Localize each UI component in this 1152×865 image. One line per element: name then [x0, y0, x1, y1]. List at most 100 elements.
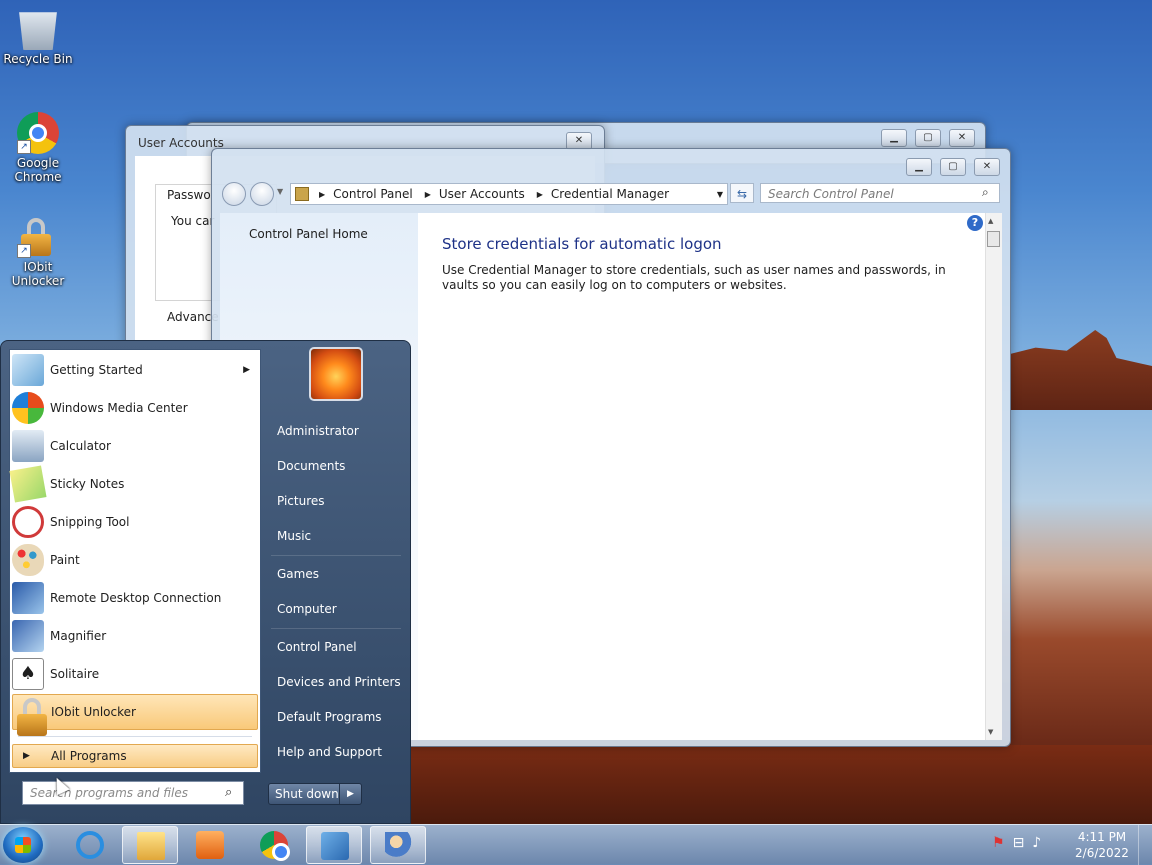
recent-pages-chevron-icon[interactable]: ▼ — [277, 187, 283, 196]
program-label: Remote Desktop Connection — [50, 591, 222, 605]
search-icon[interactable]: ⌕ — [982, 185, 989, 200]
program-label: IObit Unlocker — [51, 705, 136, 719]
clock-time: 4:11 PM — [1077, 830, 1127, 844]
vertical-scrollbar[interactable]: ▲ ▼ — [985, 213, 1002, 740]
navigation-bar: ▼ ▶ Control Panel ▶ User Accounts ▶ Cred… — [220, 181, 1002, 209]
desktop-icon-recycle-bin[interactable]: Recycle Bin — [1, 8, 75, 66]
maximize-button[interactable]: ▢ — [940, 158, 966, 176]
desktop-icon-iobit[interactable]: ↗ IObit Unlocker — [1, 216, 75, 288]
iobit-unlocker-icon — [13, 696, 47, 736]
shortcut-arrow-icon: ↗ — [17, 140, 31, 154]
wallpaper-ground — [410, 745, 1152, 825]
main-content: Store credentials for automatic logon Us… — [418, 213, 986, 740]
show-desktop-button[interactable] — [1138, 825, 1152, 865]
refresh-icon[interactable]: ⇆ — [730, 183, 754, 203]
taskbar-control-panel[interactable] — [306, 826, 362, 864]
minimize-button[interactable]: ▁ — [906, 158, 932, 176]
control-panel-home-link[interactable]: Control Panel Home — [249, 227, 368, 241]
scroll-up-icon[interactable]: ▲ — [988, 217, 993, 225]
submenu-arrow-icon[interactable]: ▶ — [243, 365, 250, 375]
program-label: Windows Media Center — [50, 401, 188, 415]
iobit-unlocker-icon: ↗ — [17, 216, 59, 258]
breadcrumb-user-accounts[interactable]: User Accounts — [439, 187, 525, 201]
program-label: Paint — [50, 553, 80, 567]
start-item-pictures[interactable]: Pictures — [267, 486, 403, 516]
control-panel-icon — [295, 187, 309, 201]
sticky-notes-icon — [9, 465, 47, 503]
start-item-games[interactable]: Games — [267, 559, 403, 589]
program-windows-media-center[interactable]: Windows Media Center — [12, 390, 258, 426]
divider — [271, 628, 401, 629]
help-icon[interactable]: ? — [967, 215, 983, 231]
close-button[interactable]: ✕ — [949, 129, 975, 147]
breadcrumb-separator-icon: ▶ — [536, 189, 543, 199]
program-list: Getting Started ▶ Windows Media Center C… — [9, 349, 261, 773]
address-bar[interactable]: ▶ Control Panel ▶ User Accounts ▶ Creden… — [290, 183, 728, 205]
start-item-devices-printers[interactable]: Devices and Printers — [267, 667, 403, 697]
getting-started-icon — [12, 354, 44, 386]
solitaire-icon: ♠ — [12, 658, 44, 690]
taskbar-chrome[interactable] — [246, 826, 302, 864]
breadcrumb-control-panel[interactable]: Control Panel — [333, 187, 413, 201]
close-button[interactable]: ✕ — [974, 158, 1000, 176]
snipping-tool-icon — [12, 506, 44, 538]
program-remote-desktop[interactable]: Remote Desktop Connection — [12, 580, 258, 616]
window-title: User Accounts — [138, 136, 224, 150]
clock[interactable]: 4:11 PM 2/6/2022 — [1072, 829, 1132, 861]
shutdown-options-arrow-icon[interactable]: ▶ — [347, 784, 354, 804]
scroll-down-icon[interactable]: ▼ — [988, 728, 993, 736]
recycle-bin-icon — [19, 12, 57, 50]
minimize-button[interactable]: ▁ — [881, 129, 907, 147]
action-center-flag-icon[interactable]: ⚑ — [992, 835, 1005, 855]
all-programs-label: All Programs — [51, 749, 127, 763]
program-label: Sticky Notes — [50, 477, 125, 491]
program-magnifier[interactable]: Magnifier — [12, 618, 258, 654]
divider — [339, 784, 340, 804]
taskbar-internet-explorer[interactable] — [62, 826, 118, 864]
start-item-default-programs[interactable]: Default Programs — [267, 702, 403, 732]
page-heading: Store credentials for automatic logon — [442, 235, 722, 253]
internet-explorer-icon — [76, 831, 104, 859]
passwords-text: You car — [171, 214, 215, 228]
search-icon[interactable]: ⌕ — [225, 785, 232, 800]
all-programs-arrow-icon: ▶ — [23, 751, 30, 761]
program-sticky-notes[interactable]: Sticky Notes — [9, 465, 258, 503]
user-avatar[interactable] — [309, 347, 363, 401]
system-tray: ⚑ ⊟ ♪ — [992, 835, 1068, 855]
start-item-computer[interactable]: Computer — [267, 594, 403, 624]
start-item-help-support[interactable]: Help and Support — [267, 737, 403, 767]
desktop-icon-chrome[interactable]: ↗ Google Chrome — [1, 112, 75, 184]
calculator-icon — [12, 430, 44, 462]
all-programs-button[interactable]: ▶ All Programs — [12, 744, 258, 768]
start-button[interactable] — [3, 827, 43, 863]
chrome-icon — [260, 831, 290, 861]
scrollbar-thumb[interactable] — [987, 231, 1000, 247]
maximize-button[interactable]: ▢ — [915, 129, 941, 147]
program-snipping-tool[interactable]: Snipping Tool — [12, 504, 258, 540]
taskbar-windows-explorer[interactable] — [122, 826, 178, 864]
back-button[interactable] — [222, 182, 246, 206]
desktop-icon-label: IObit Unlocker — [11, 260, 65, 288]
remote-desktop-icon — [12, 582, 44, 614]
start-item-music[interactable]: Music — [267, 521, 403, 551]
address-dropdown-icon[interactable]: ▼ — [717, 190, 723, 199]
start-menu: Getting Started ▶ Windows Media Center C… — [0, 340, 411, 824]
start-item-control-panel[interactable]: Control Panel — [267, 632, 403, 662]
taskbar-user-accounts[interactable] — [370, 826, 426, 864]
program-label: Magnifier — [50, 629, 107, 643]
start-item-administrator[interactable]: Administrator — [267, 416, 403, 446]
forward-button[interactable] — [250, 182, 274, 206]
search-control-panel-input[interactable]: Search Control Panel — [760, 183, 1000, 203]
taskbar-media-player[interactable] — [182, 826, 238, 864]
program-calculator[interactable]: Calculator — [12, 428, 258, 464]
volume-icon[interactable]: ♪ — [1032, 835, 1041, 855]
passwords-tab-label[interactable]: Passwo — [167, 188, 211, 202]
program-solitaire[interactable]: ♠ Solitaire — [12, 656, 258, 692]
shutdown-button[interactable]: Shut down ▶ — [268, 783, 362, 805]
program-paint[interactable]: Paint — [12, 542, 258, 578]
program-getting-started[interactable]: Getting Started ▶ — [12, 352, 258, 388]
start-item-documents[interactable]: Documents — [267, 451, 403, 481]
program-iobit-unlocker[interactable]: IObit Unlocker — [12, 694, 258, 736]
network-icon[interactable]: ⊟ — [1013, 835, 1025, 855]
breadcrumb-credential-manager[interactable]: Credential Manager — [551, 187, 669, 201]
